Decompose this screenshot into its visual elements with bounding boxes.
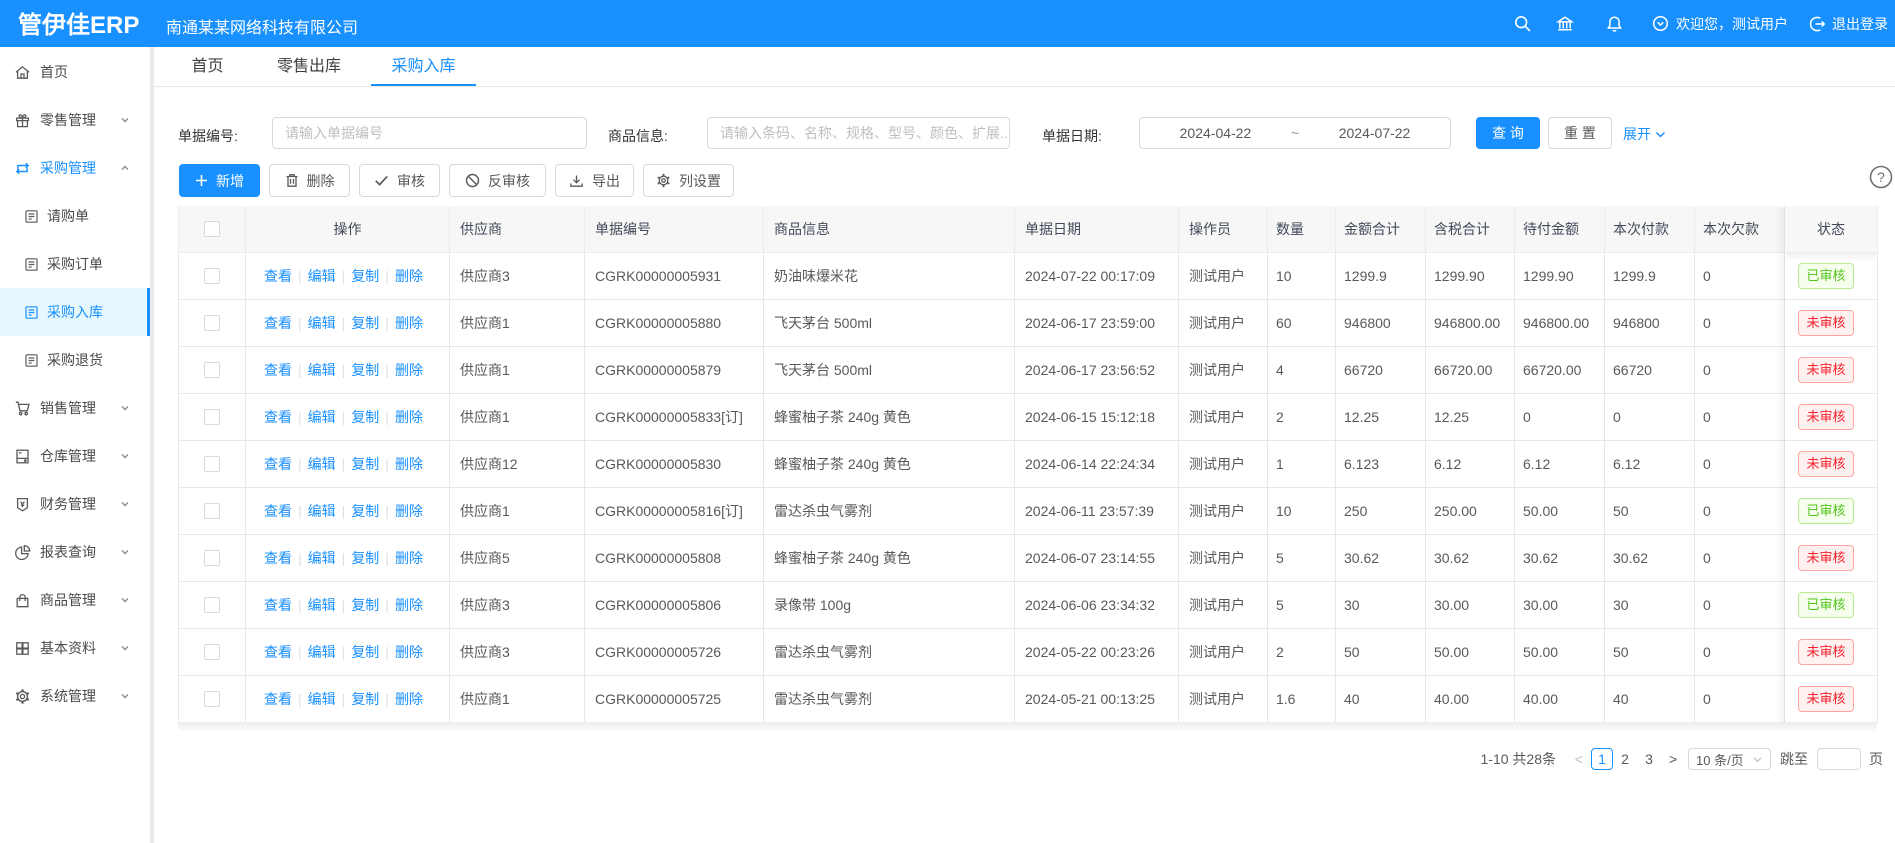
svg-text:?: ? [1877, 169, 1885, 185]
